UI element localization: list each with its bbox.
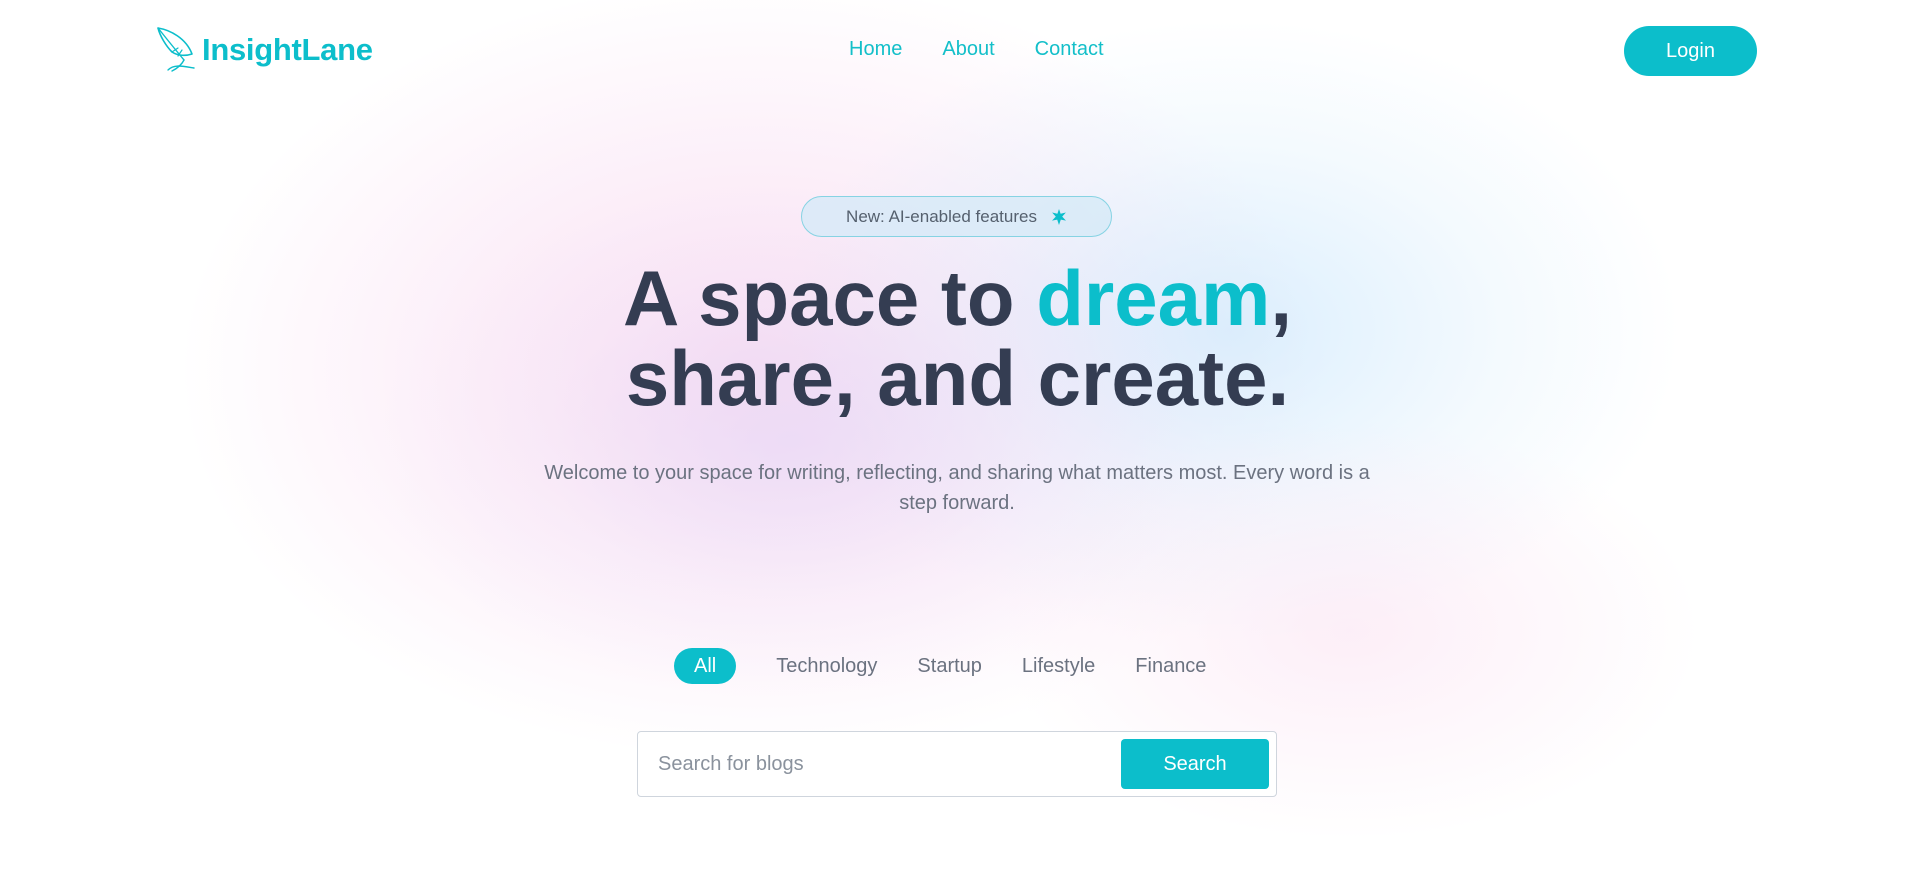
feather-icon [157, 27, 195, 72]
nav-link-home[interactable]: Home [849, 38, 902, 61]
hero-headline: A space to dream, share, and create. [0, 258, 1915, 418]
badge-text: New: AI-enabled features [846, 206, 1037, 226]
search-bar: Search [637, 731, 1277, 797]
category-pill-finance[interactable]: Finance [1135, 655, 1206, 678]
headline-accent-word: dream [1036, 254, 1271, 342]
brand-logo[interactable]: InsightLane [156, 26, 373, 74]
new-features-badge[interactable]: New: AI-enabled features [801, 196, 1112, 237]
sparkle-icon [1051, 208, 1066, 225]
brand-name: InsightLane [202, 32, 373, 67]
site-header: InsightLane Home About Contact Login [0, 0, 1915, 100]
main-nav: Home About Contact [849, 38, 1104, 61]
search-button[interactable]: Search [1121, 739, 1269, 789]
category-pill-lifestyle[interactable]: Lifestyle [1022, 655, 1095, 678]
search-input[interactable] [638, 731, 1121, 797]
login-button[interactable]: Login [1624, 26, 1757, 76]
category-pill-all[interactable]: All [674, 648, 737, 684]
nav-link-about[interactable]: About [942, 38, 994, 61]
headline-line-2: share, and create. [625, 334, 1290, 422]
category-pill-technology[interactable]: Technology [776, 655, 877, 678]
hero-subtitle: Welcome to your space for writing, refle… [544, 462, 1370, 514]
landing-page: InsightLane Home About Contact Login New… [0, 0, 1915, 873]
headline-text-start: A space to [622, 254, 1037, 342]
category-filter: All Technology Startup Lifestyle Finance [674, 648, 1206, 684]
headline-comma: , [1270, 254, 1293, 342]
category-pill-startup[interactable]: Startup [917, 655, 981, 678]
nav-link-contact[interactable]: Contact [1035, 38, 1104, 61]
